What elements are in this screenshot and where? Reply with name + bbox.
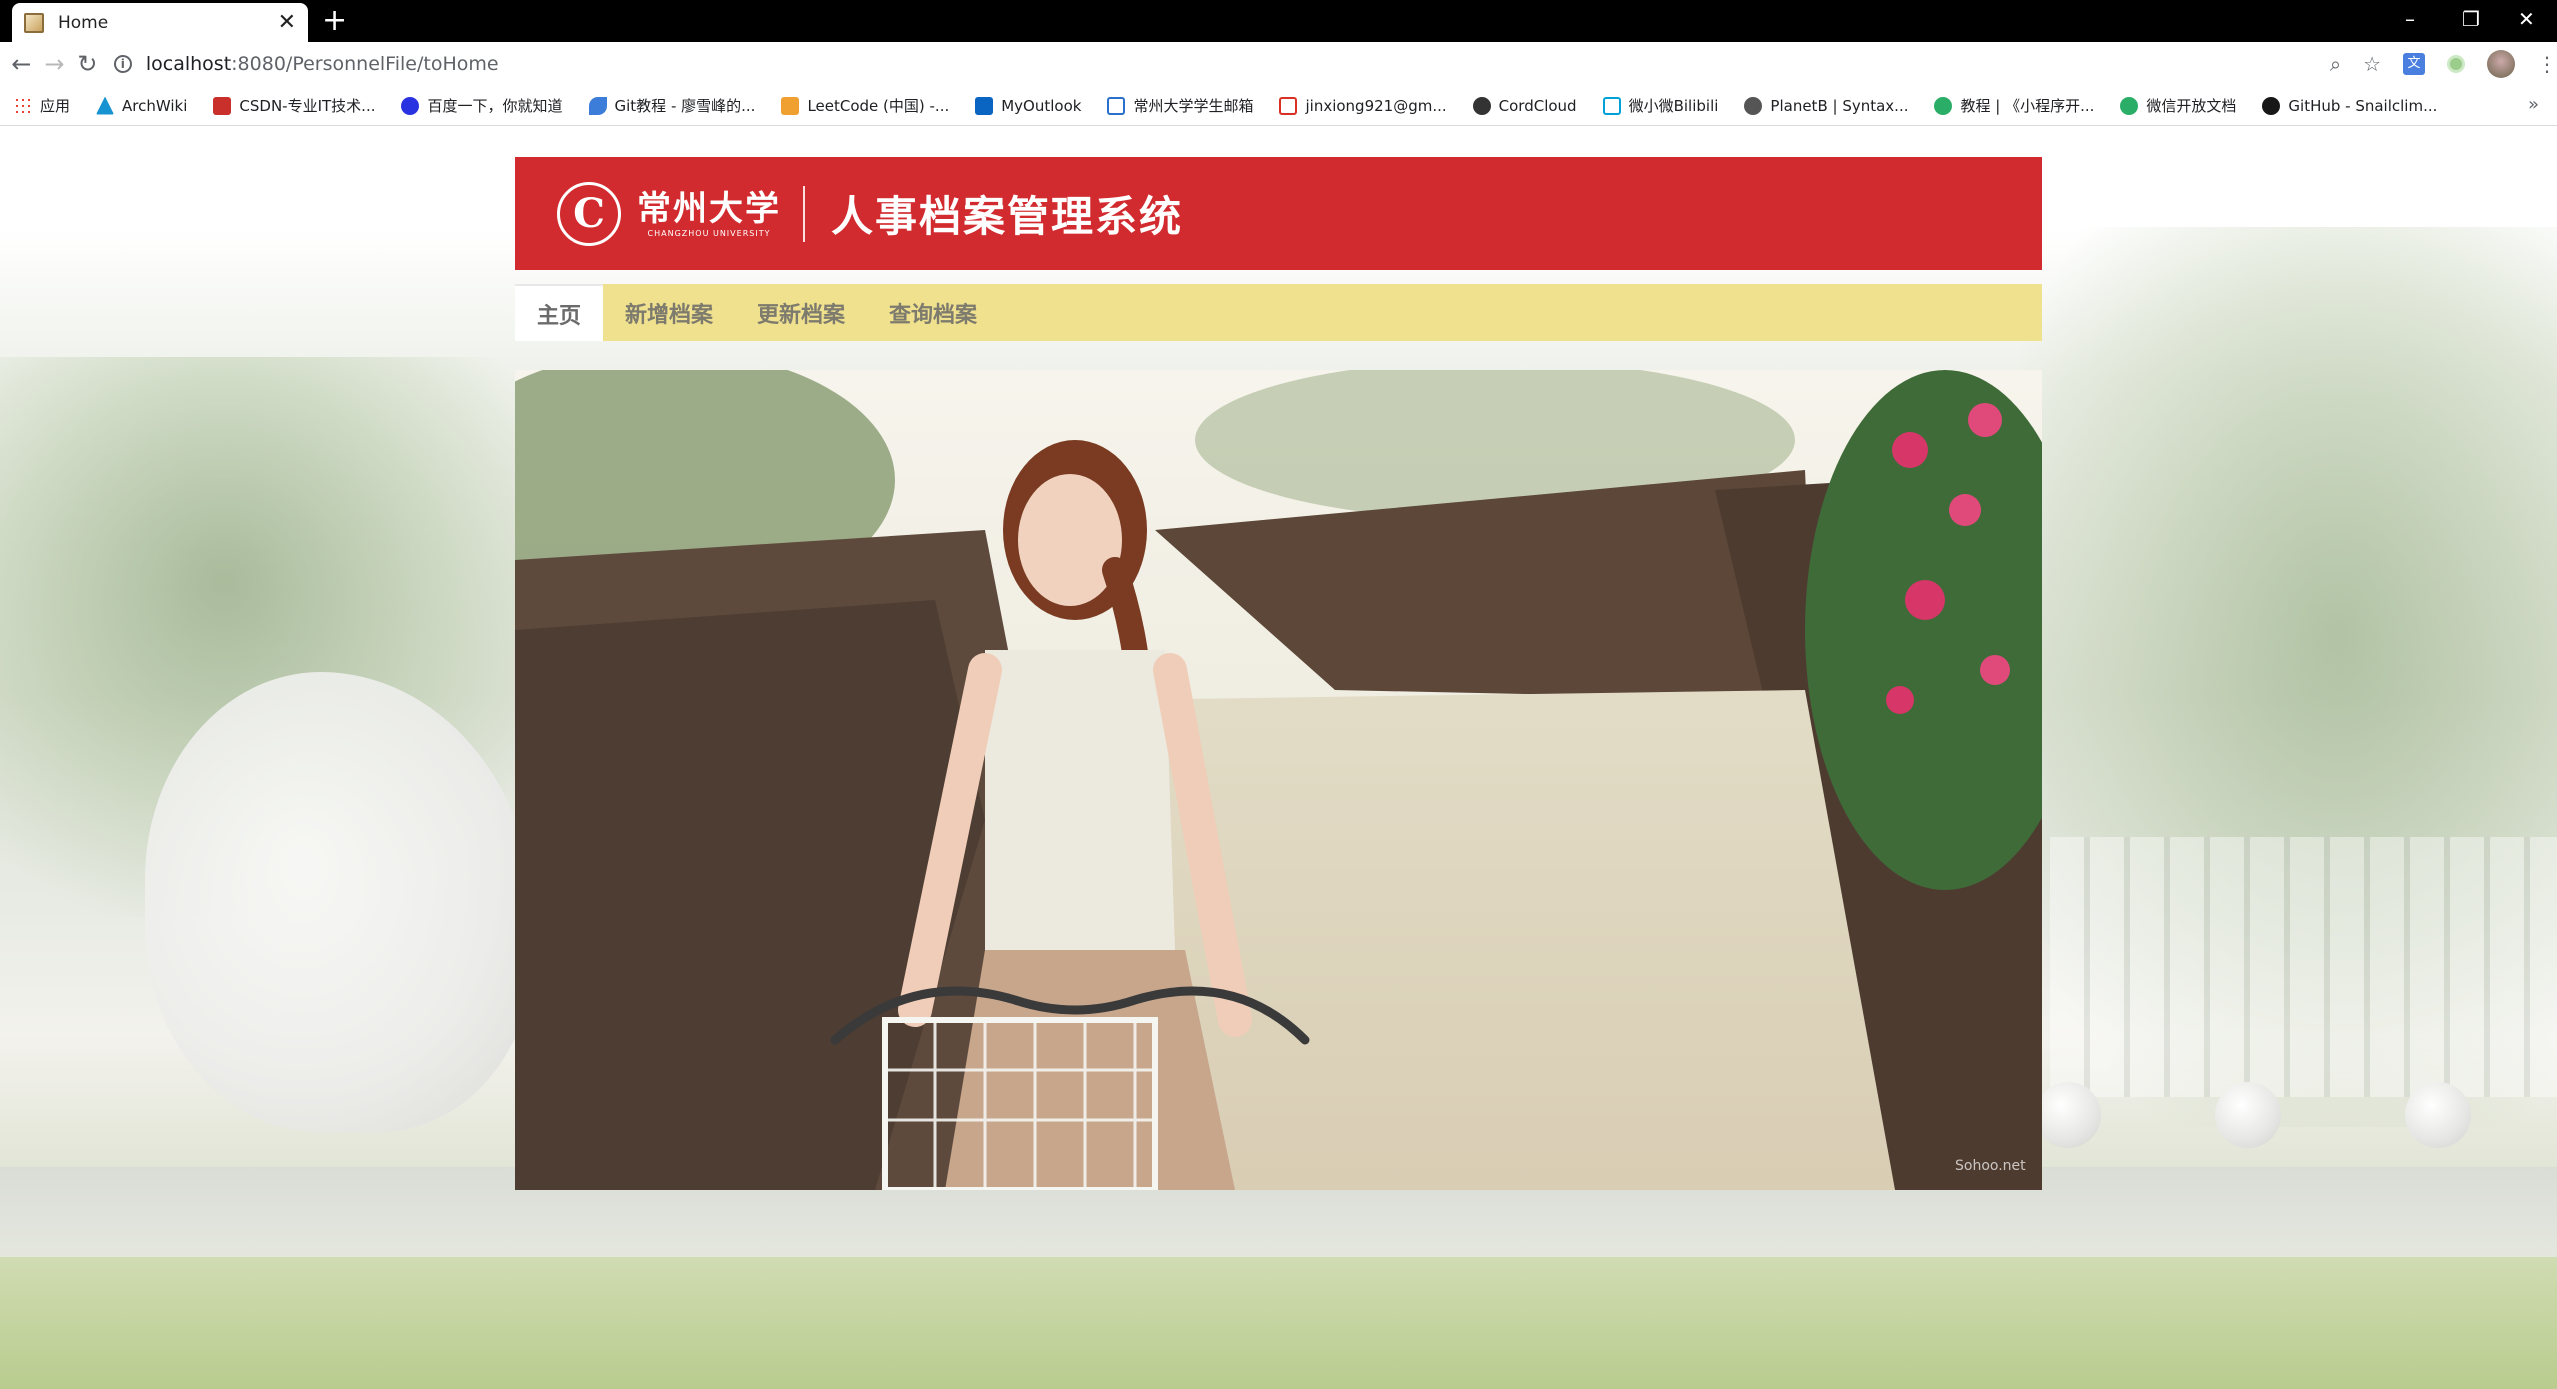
bookmark-student-mail[interactable]: 常州大学学生邮箱	[1107, 95, 1253, 116]
window-minimize-button[interactable]: –	[2405, 2, 2415, 36]
site-header: C 常州大学 CHANGZHOU UNIVERSITY 人事档案管理系统	[515, 157, 2042, 270]
page-viewport: C 常州大学 CHANGZHOU UNIVERSITY 人事档案管理系统 主页 …	[0, 127, 2557, 1389]
bookmark-cordcloud[interactable]: CordCloud	[1472, 96, 1577, 115]
url-host: localhost	[145, 53, 232, 75]
tab-title: Home	[58, 12, 109, 33]
tab-close-icon[interactable]: ✕	[278, 11, 296, 34]
window-restore-button[interactable]: ❐	[2462, 2, 2480, 36]
bookmark-archwiki[interactable]: ArchWiki	[96, 96, 188, 115]
globe-icon	[1744, 96, 1763, 115]
bookmark-label: GitHub - Snailclim...	[2288, 96, 2438, 115]
hero-watermark: Sohoo.net	[1955, 1158, 2026, 1174]
github-icon	[2262, 96, 2281, 115]
bookmark-planetb[interactable]: PlanetB | Syntax...	[1744, 96, 1909, 115]
background-building	[2050, 837, 2557, 1097]
url-path: :8080/PersonnelFile/toHome	[231, 53, 499, 75]
nav-home[interactable]: 主页	[515, 284, 604, 341]
bilibili-icon	[1602, 96, 1621, 115]
bookmark-label: LeetCode (中国) -...	[807, 97, 950, 115]
archlinux-icon	[96, 96, 115, 115]
nav-update-record[interactable]: 更新档案	[735, 284, 867, 341]
reload-icon[interactable]: ↻	[71, 50, 104, 78]
menu-kebab-icon[interactable]: ⋮	[2537, 52, 2557, 76]
browser-tab-home[interactable]: Home ✕	[12, 3, 308, 42]
apps-grid-icon	[14, 96, 32, 115]
page-favicon-icon	[24, 12, 44, 33]
cordcloud-icon	[1472, 96, 1491, 115]
system-title: 人事档案管理系统	[831, 192, 1184, 241]
university-name-en: CHANGZHOU UNIVERSITY	[647, 228, 771, 238]
csdn-icon	[213, 96, 232, 115]
bookmark-label: MyOutlook	[1001, 96, 1082, 115]
bookmark-label: jinxiong921@gm...	[1305, 96, 1447, 115]
hero-photo-illustration: Sohoo.net	[515, 370, 2042, 1190]
bookmark-myoutlook[interactable]: MyOutlook	[975, 96, 1082, 115]
bookmark-label: CSDN-专业IT技术...	[239, 97, 376, 115]
outlook-icon	[975, 96, 994, 115]
bookmark-apps[interactable]: 应用	[14, 95, 70, 116]
university-logo-icon: C	[557, 181, 621, 246]
university-name: 常州大学 CHANGZHOU UNIVERSITY	[637, 189, 781, 239]
bookmark-csdn[interactable]: CSDN-专业IT技术...	[213, 95, 375, 116]
bookmark-leetcode[interactable]: LeetCode (中国) -...	[781, 95, 949, 116]
bookmark-miniprogram-tutorial[interactable]: 教程 | 《小程序开...	[1934, 95, 2094, 116]
bookmark-gmail[interactable]: jinxiong921@gm...	[1279, 96, 1447, 115]
gmail-icon	[1279, 96, 1298, 115]
university-name-cn: 常州大学	[637, 188, 781, 229]
header-divider	[803, 185, 805, 242]
leetcode-icon	[781, 96, 800, 115]
bookmark-label: 微信开放文档	[2146, 97, 2237, 115]
back-arrow-icon[interactable]: ←	[5, 50, 38, 78]
mail-icon	[1107, 96, 1126, 115]
window-close-button[interactable]: ✕	[2518, 2, 2535, 36]
bookmark-label: 应用	[40, 97, 71, 115]
wechat-icon	[2120, 96, 2139, 115]
bookmarks-bar: 应用 ArchWiki CSDN-专业IT技术... 百度一下，你就知道 Git…	[0, 86, 2557, 126]
bookmark-label: 百度一下，你就知道	[427, 97, 563, 115]
bookmark-github[interactable]: GitHub - Snailclim...	[2262, 96, 2438, 115]
bookmark-star-icon[interactable]: ☆	[2363, 52, 2381, 76]
translate-extension-icon[interactable]: 文	[2403, 53, 2425, 75]
wechat-icon	[1934, 96, 1953, 115]
bookmark-baidu[interactable]: 百度一下，你就知道	[401, 95, 563, 116]
nav-add-record[interactable]: 新增档案	[603, 284, 735, 341]
main-nav: 主页 新增档案 更新档案 查询档案	[515, 284, 2042, 341]
hero-image: Sohoo.net	[515, 370, 2042, 1190]
site-info-icon[interactable]: i	[113, 55, 132, 73]
extension-icon[interactable]	[2447, 55, 2465, 73]
bookmark-bilibili[interactable]: 微小微Bilibili	[1602, 95, 1719, 116]
rocket-icon	[588, 96, 607, 115]
bookmark-label: PlanetB | Syntax...	[1770, 96, 1909, 115]
bookmark-label: 常州大学学生邮箱	[1133, 97, 1254, 115]
forward-arrow-icon[interactable]: →	[38, 50, 71, 78]
bookmark-label: Git教程 - 廖雪峰的...	[614, 97, 756, 115]
bookmark-label: 教程 | 《小程序开...	[1960, 97, 2095, 115]
background-stone-ball	[2405, 1082, 2471, 1148]
browser-titlebar: Home ✕ + – ❐ ✕	[0, 0, 2557, 42]
nav-query-record[interactable]: 查询档案	[867, 284, 999, 341]
background-stone-ball	[2215, 1082, 2281, 1148]
profile-avatar[interactable]	[2487, 50, 2515, 78]
zoom-icon[interactable]: ⌕	[2330, 52, 2341, 76]
bookmarks-overflow-icon[interactable]: »	[2528, 94, 2539, 115]
browser-toolbar: ← → ↻ i localhost :8080/PersonnelFile/to…	[0, 42, 2557, 86]
baidu-paw-icon	[401, 96, 420, 115]
address-bar[interactable]: i localhost :8080/PersonnelFile/toHome	[113, 47, 2324, 81]
new-tab-button[interactable]: +	[322, 4, 347, 38]
background-grass	[0, 1257, 2557, 1389]
bookmark-label: ArchWiki	[122, 96, 188, 115]
bookmark-git-tutorial[interactable]: Git教程 - 廖雪峰的...	[588, 95, 756, 116]
bookmark-label: CordCloud	[1498, 96, 1577, 115]
bookmark-label: 微小微Bilibili	[1628, 97, 1719, 115]
bookmark-wechat-docs[interactable]: 微信开放文档	[2120, 95, 2236, 116]
background-stone-ball	[2035, 1082, 2101, 1148]
